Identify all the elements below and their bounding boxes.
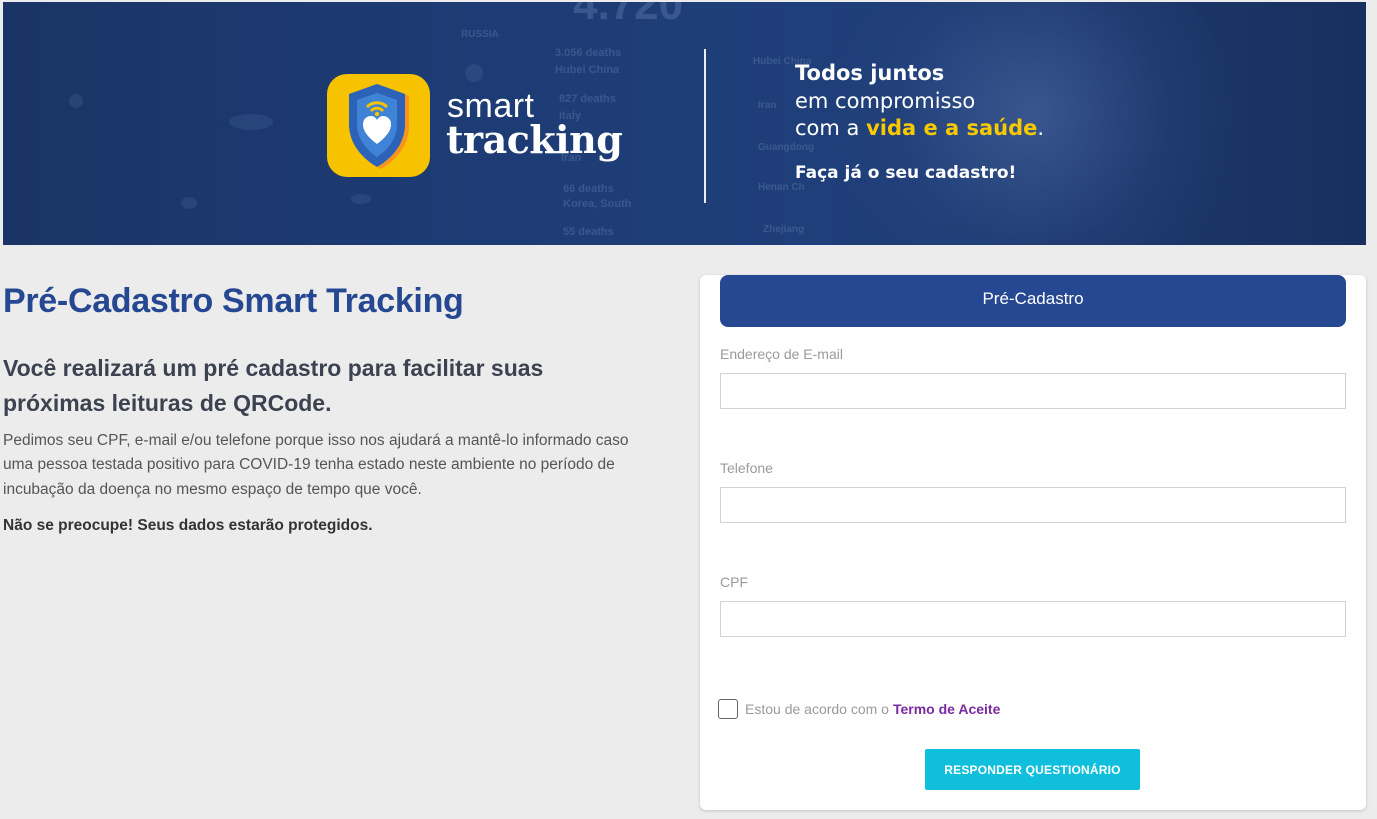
terms-link[interactable]: Termo de Aceite	[893, 701, 1000, 717]
banner-bg-text: Zhejiang	[763, 224, 805, 235]
form-header: Pré-Cadastro	[720, 275, 1346, 327]
app-logo-icon	[327, 74, 430, 177]
banner-bg-text: 827 deaths	[559, 93, 616, 105]
banner-map-dot	[69, 94, 83, 108]
phone-label: Telefone	[720, 460, 773, 476]
tagline-highlight: vida e a saúde	[866, 116, 1038, 140]
email-field[interactable]	[720, 373, 1346, 409]
cpf-label: CPF	[720, 574, 748, 590]
terms-agreement-text: Estou de acordo com o	[745, 701, 889, 717]
banner-bg-text: 55 deaths	[563, 226, 614, 238]
banner-tagline-line2: em compromisso	[795, 89, 976, 113]
page-title: Pré-Cadastro Smart Tracking	[3, 282, 464, 320]
banner-bg-text: Henan Ch	[758, 182, 805, 193]
banner-map-dot	[229, 114, 273, 130]
banner-bg-text: Guangdong	[758, 142, 815, 153]
cpf-field[interactable]	[720, 601, 1346, 637]
banner-divider	[704, 49, 706, 203]
logo-text-tracking: tracking	[446, 117, 623, 162]
banner-bg-text: Iran	[758, 100, 777, 111]
banner-bg-text: Korea, South	[563, 198, 632, 210]
banner-bg-text: Hubei China	[555, 64, 620, 76]
banner-bg-text: 3.056 deaths	[555, 47, 622, 59]
banner-tagline-line3: com a vida e a saúde.	[795, 116, 1044, 141]
terms-checkbox[interactable]	[718, 699, 738, 719]
page-description: Pedimos seu CPF, e-mail e/ou telefone po…	[3, 432, 629, 498]
page-subtitle: Você realizará um pré cadastro para faci…	[3, 355, 544, 416]
tagline-suffix: .	[1037, 116, 1045, 140]
registration-form-card: Pré-Cadastro Endereço de E-mail Telefone…	[700, 275, 1366, 810]
terms-agreement-row: Estou de acordo com o Termo de Aceite	[718, 698, 1000, 720]
banner-bg-number: 4.720	[573, 2, 684, 29]
banner-map-dot	[181, 197, 197, 209]
banner-tagline-line1: Todos juntos	[795, 61, 945, 85]
banner-cta: Faça já o seu cadastro!	[795, 163, 1017, 183]
privacy-note: Não se preocupe! Seus dados estarão prot…	[3, 517, 373, 534]
shield-heart-icon	[349, 84, 409, 169]
phone-field[interactable]	[720, 487, 1346, 523]
submit-questionnaire-button[interactable]: RESPONDER QUESTIONÁRIO	[925, 749, 1140, 790]
email-label: Endereço de E-mail	[720, 346, 843, 362]
banner-map-dot	[465, 64, 483, 82]
banner-bg-text: RUSSIA	[461, 29, 499, 40]
tagline-prefix: com a	[795, 116, 867, 140]
hero-banner: 4.720 RUSSIA 3.056 deaths Hubei China 82…	[3, 2, 1366, 245]
banner-bg-text: 66 deaths	[563, 183, 614, 195]
banner-map-dot	[351, 194, 371, 204]
